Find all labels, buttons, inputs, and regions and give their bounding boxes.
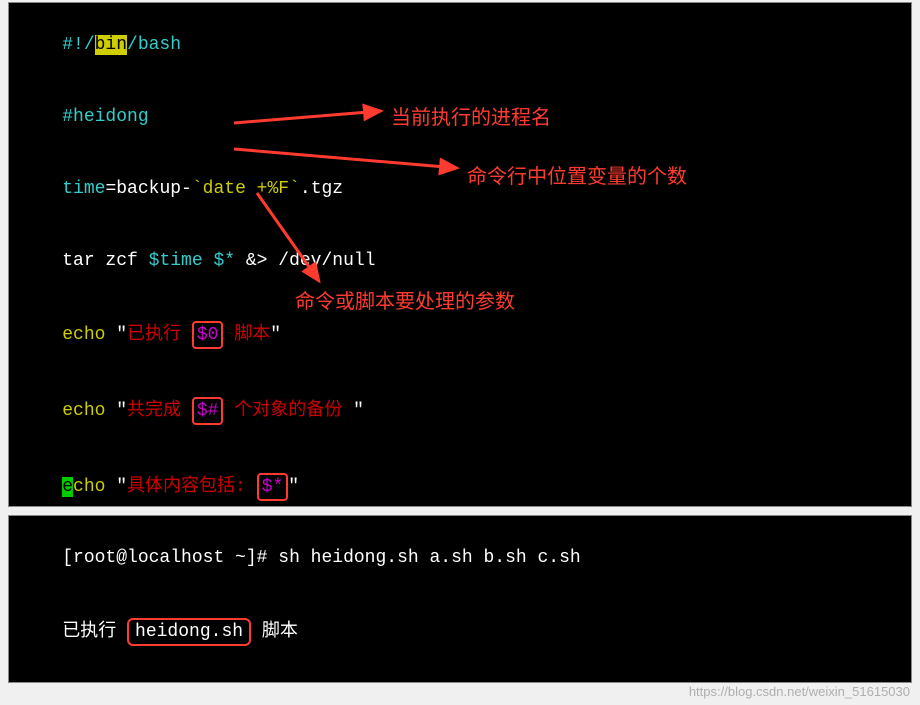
var-hash-box: $# (192, 397, 224, 425)
code-line: time=backup-`date +%F`.tgz (19, 153, 901, 225)
watermark: https://blog.csdn.net/weixin_51615030 (689, 684, 910, 699)
string: 脚本 (223, 325, 270, 345)
shell-output: 已执行 heidong.sh 脚本 (19, 594, 901, 670)
text: &> /dev/null (235, 251, 375, 271)
output-box-scriptname: heidong.sh (127, 618, 251, 646)
code-line: #!/bin/bash (19, 9, 901, 81)
shell-terminal[interactable]: [root@localhost ~]# sh heidong.sh a.sh b… (8, 515, 912, 683)
shell-command: sh heidong.sh a.sh b.sh c.sh (278, 548, 580, 568)
text: #!/ (62, 35, 94, 55)
var-ref: $0 (197, 325, 219, 345)
comment: #heidong (62, 107, 148, 127)
annotation-label: 当前执行的进程名 (391, 101, 551, 130)
quote: " (288, 477, 299, 497)
annotation-label: 命令或脚本要处理的参数 (295, 285, 515, 314)
backtick-cmd: `date +%F` (192, 179, 300, 199)
quote: " (116, 325, 127, 345)
string: 个对象的备份 (223, 401, 353, 421)
text: heidong.sh (135, 622, 243, 642)
var-ref: $time $* (149, 251, 235, 271)
text: =backup- (105, 179, 191, 199)
text: 已执行 (62, 622, 127, 642)
cmd-echo: echo (62, 325, 116, 345)
cmd-echo: echo (62, 401, 116, 421)
var-zero-box: $0 (192, 321, 224, 349)
text: .tgz (300, 179, 343, 199)
quote: " (116, 477, 127, 497)
var-ref: $# (197, 401, 219, 421)
string: 共完成 (127, 401, 192, 421)
string: 已执行 (127, 325, 192, 345)
var-name: time (62, 179, 105, 199)
text: 脚本 (251, 622, 298, 642)
highlighted-text: bin (95, 35, 127, 55)
code-line: echo "具体内容包括: $*" (19, 449, 901, 507)
annotation-label: 命令行中位置变量的个数 (467, 160, 687, 189)
text: tar zcf (62, 251, 148, 271)
var-star-box: $* (257, 473, 289, 501)
quote: " (270, 325, 281, 345)
cursor-char: e (62, 477, 73, 497)
prompt: [root@localhost ~]# (62, 548, 278, 568)
shell-line: [root@localhost ~]# sh heidong.sh a.sh b… (19, 522, 901, 594)
quote: " (353, 401, 364, 421)
cmd-echo: cho (73, 477, 116, 497)
code-line: echo "共完成 $# 个对象的备份 " (19, 373, 901, 449)
quote: " (116, 401, 127, 421)
string: 具体内容包括: (127, 477, 257, 497)
shell-output: 共完成 3 个对象的备份 (19, 670, 901, 683)
editor-terminal[interactable]: #!/bin/bash #heidong time=backup-`date +… (8, 2, 912, 507)
var-ref: $* (262, 477, 284, 497)
text: /bash (127, 35, 181, 55)
